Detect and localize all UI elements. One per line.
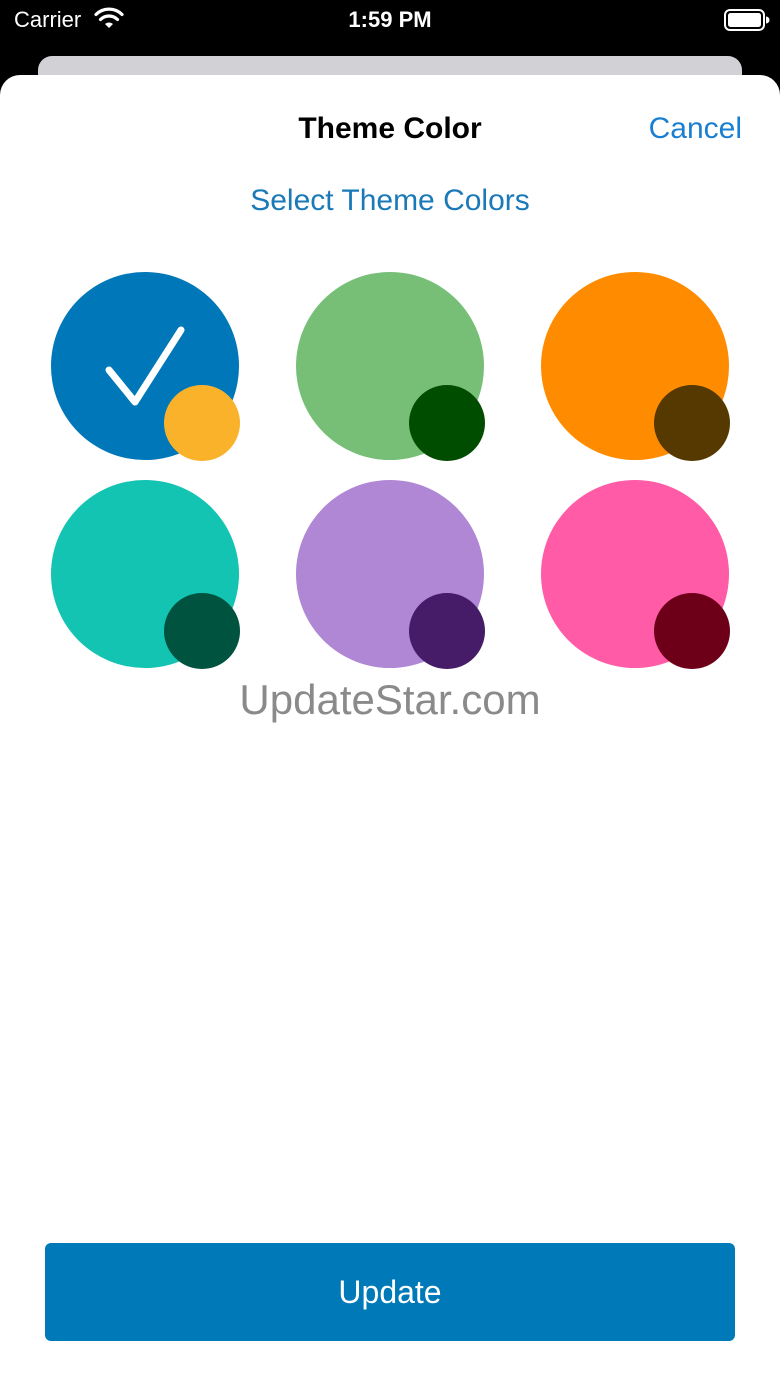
color-swatch-pink[interactable] [541, 480, 731, 670]
swatch-accent-color [654, 593, 730, 669]
color-swatch-green[interactable] [296, 272, 486, 462]
color-swatch-orange-brown[interactable] [541, 272, 731, 462]
swatch-accent-color [409, 385, 485, 461]
update-button[interactable]: Update [45, 1243, 735, 1341]
battery-full-icon [724, 9, 770, 31]
checkmark-icon [105, 326, 185, 406]
theme-color-sheet: Theme Color Cancel Select Theme Colors U… [0, 75, 780, 1387]
swatch-accent-color [164, 593, 240, 669]
swatch-accent-color [654, 385, 730, 461]
color-swatch-purple[interactable] [296, 480, 486, 670]
swatch-accent-color [409, 593, 485, 669]
clock-time: 1:59 PM [348, 7, 432, 32]
color-swatch-teal[interactable] [51, 480, 241, 670]
watermark: UpdateStar.com [239, 676, 541, 723]
section-title: Select Theme Colors [250, 184, 530, 217]
color-swatch-blue-orange[interactable] [51, 272, 241, 462]
status-bar: Carrier 1:59 PM [0, 0, 780, 56]
cancel-button[interactable]: Cancel [649, 111, 742, 147]
